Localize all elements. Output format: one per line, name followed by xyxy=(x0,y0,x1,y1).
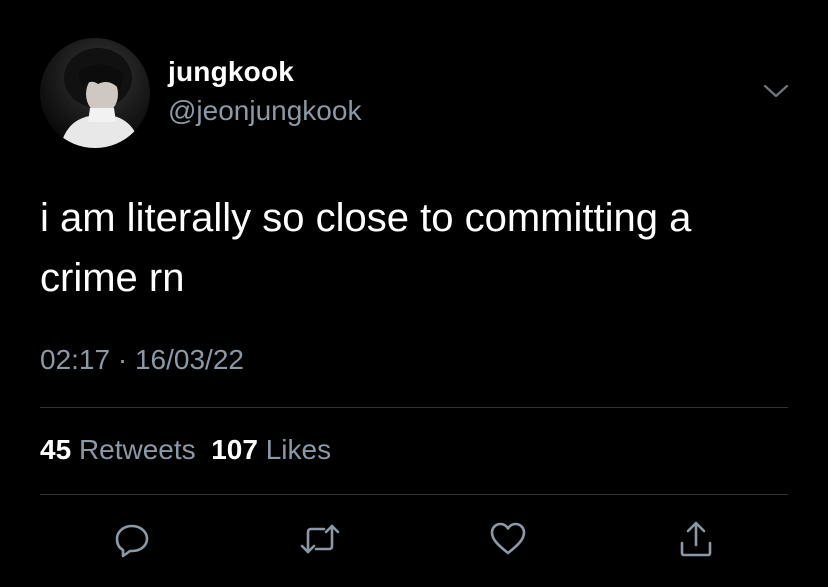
divider xyxy=(40,407,788,408)
chevron-down-icon[interactable] xyxy=(762,80,790,102)
retweets-stat[interactable]: 45 Retweets xyxy=(40,434,196,465)
likes-count: 107 xyxy=(211,434,258,465)
engagement-stats: 45 Retweets 107 Likes xyxy=(40,434,331,466)
retweet-icon xyxy=(300,524,340,554)
likes-stat[interactable]: 107 Likes xyxy=(211,434,331,465)
reply-button[interactable] xyxy=(108,515,156,563)
user-handle[interactable]: @jeonjungkook xyxy=(168,95,361,127)
avatar-photo xyxy=(60,48,140,148)
avatar[interactable] xyxy=(40,38,150,148)
tweet-date: 16/03/22 xyxy=(134,344,244,375)
tweet-action-bar xyxy=(0,515,828,567)
heart-icon xyxy=(490,522,526,555)
tweet-time: 02:17 xyxy=(40,344,111,375)
tweet-timestamp[interactable]: 02:17 · 16/03/22 xyxy=(40,344,244,376)
likes-label: Likes xyxy=(265,434,332,465)
share-button[interactable] xyxy=(672,515,720,563)
share-icon xyxy=(680,521,712,557)
divider xyxy=(40,494,788,495)
tweet-text: i am literally so close to committing a … xyxy=(40,196,692,300)
reply-icon xyxy=(115,524,149,558)
retweets-label: Retweets xyxy=(78,434,196,465)
display-name[interactable]: jungkook xyxy=(168,56,294,88)
retweets-count: 45 xyxy=(40,434,72,465)
like-button[interactable] xyxy=(484,515,532,563)
meta-separator: · xyxy=(110,344,135,375)
retweet-button[interactable] xyxy=(296,515,344,563)
